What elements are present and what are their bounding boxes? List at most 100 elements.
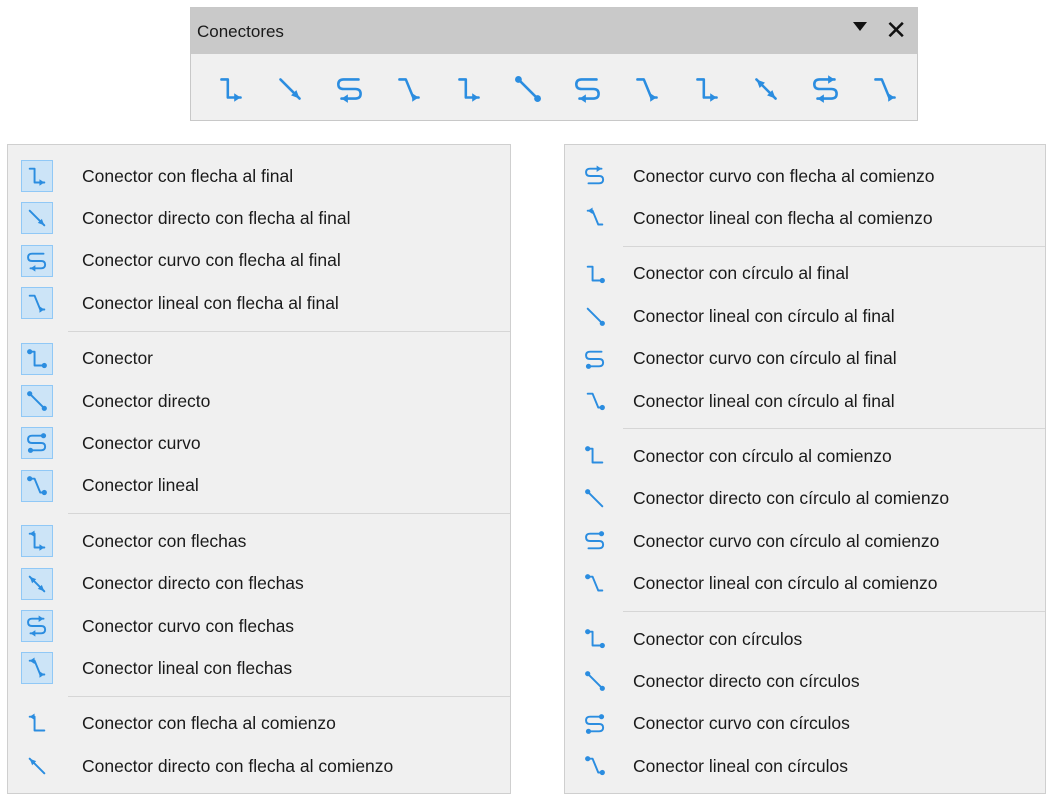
straight-connector-icon <box>21 750 53 782</box>
menu-item-label: Conector curvo con círculo al comienzo <box>633 530 940 551</box>
menu-item-label: Conector <box>82 348 154 369</box>
straight-connector-icon <box>579 300 611 332</box>
menu-item-label: Conector lineal con círculos <box>633 755 848 776</box>
menu-item-label: Conector lineal con flecha al comienzo <box>633 208 933 229</box>
close-icon[interactable]: ✕ <box>885 16 907 44</box>
menu-separator <box>623 428 1045 430</box>
toolbar-title-bar[interactable]: Conectores ✕ <box>191 8 917 54</box>
elbow-connector-icon <box>21 708 53 740</box>
lineal-connector-icon <box>21 287 53 320</box>
menu-item[interactable]: Conector lineal con flechas <box>8 647 510 689</box>
menu-item-label: Conector curvo con flechas <box>82 615 295 636</box>
line-connector-icon[interactable] <box>625 67 669 111</box>
curved-connector-icon <box>579 343 611 375</box>
menu-item[interactable]: Conector lineal <box>8 465 510 507</box>
menu-item-label: Conector directo con flecha al comienzo <box>82 755 394 776</box>
menu-item[interactable]: Conector curvo con flecha al comienzo <box>565 155 1045 197</box>
menu-item[interactable]: Conector curvo con círculos <box>565 703 1045 745</box>
menu-item-label: Conector con círculos <box>633 628 803 649</box>
straight-connector-icon <box>21 202 53 235</box>
lineal-connector-icon <box>21 469 53 502</box>
curved-connector-icon <box>579 160 611 192</box>
menu-item-label: Conector lineal con círculo al final <box>633 305 895 326</box>
menu-item[interactable]: Conector lineal con círculo al final <box>565 380 1045 422</box>
menu-item[interactable]: Conector lineal con flecha al final <box>8 282 510 324</box>
menu-item-label: Conector con flechas <box>82 530 247 551</box>
curved-connector-arrows-icon[interactable] <box>804 67 848 111</box>
curved-connector-icon <box>21 427 53 460</box>
menu-item[interactable]: Conector curvo con círculo al comienzo <box>565 520 1045 562</box>
menu-item-label: Conector curvo con flecha al final <box>82 250 341 271</box>
menu-item-label: Conector curvo <box>82 433 201 454</box>
straight-connector-icon <box>21 384 53 417</box>
menu-separator <box>68 695 510 697</box>
menu-item-label: Conector lineal <box>82 475 199 496</box>
menu-item[interactable]: Conector <box>8 338 510 380</box>
line-connector-arrows-icon[interactable] <box>863 67 907 111</box>
lineal-connector-icon <box>579 202 611 234</box>
menu-item-label: Conector con círculo al final <box>633 263 849 284</box>
connector-ends-arrow-icon[interactable] <box>209 67 253 111</box>
connector-icon[interactable] <box>447 67 491 111</box>
elbow-connector-icon <box>579 623 611 655</box>
line-connector-ends-arrow-icon[interactable] <box>387 67 431 111</box>
menu-item-label: Conector directo con flecha al final <box>82 208 351 229</box>
menu-item[interactable]: Conector con círculos <box>565 618 1045 660</box>
straight-connector-ends-arrow-icon[interactable] <box>268 67 312 111</box>
menu-separator <box>68 330 510 332</box>
menu-item[interactable]: Conector lineal con flecha al comienzo <box>565 197 1045 239</box>
menu-item-label: Conector lineal con círculo al final <box>633 390 895 411</box>
menu-item-label: Conector directo con círculo al comienzo <box>633 488 950 509</box>
menu-item-label: Conector curvo con círculo al final <box>633 348 897 369</box>
curved-connector-icon <box>21 609 53 642</box>
connector-ends-arrow-icon[interactable] <box>685 67 729 111</box>
toolbar-buttons <box>209 66 907 112</box>
lineal-connector-icon <box>21 652 53 685</box>
menu-item[interactable]: Conector curvo con flechas <box>8 605 510 647</box>
curved-connector-icon[interactable] <box>566 67 610 111</box>
menu-item-label: Conector directo <box>82 390 211 411</box>
straight-connector-icon <box>21 567 53 600</box>
connectors-toolbar: Conectores ✕ <box>190 7 918 121</box>
menu-item[interactable]: Conector directo con círculos <box>565 660 1045 702</box>
menu-item[interactable]: Conector directo con flechas <box>8 563 510 605</box>
menu-item[interactable]: Conector directo con círculo al comienzo <box>565 478 1045 520</box>
straight-connector-icon[interactable] <box>506 67 550 111</box>
curved-connector-icon <box>21 244 53 277</box>
menu-item[interactable]: Conector directo con flecha al final <box>8 197 510 239</box>
menu-item[interactable]: Conector curvo con círculo al final <box>565 338 1045 380</box>
connector-menu-left: Conector con flecha al final Conector dir… <box>7 144 511 794</box>
menu-item-label: Conector lineal con flechas <box>82 657 293 678</box>
menu-item[interactable]: Conector directo con flecha al comienzo <box>8 745 510 787</box>
menu-separator <box>68 513 510 515</box>
menu-item-label: Conector lineal con círculo al comienzo <box>633 573 938 594</box>
elbow-connector-icon <box>579 258 611 290</box>
menu-item-label: Conector con flecha al final <box>82 165 294 186</box>
menu-item[interactable]: Conector lineal con círculo al final <box>565 295 1045 337</box>
curved-connector-ends-arrow-icon[interactable] <box>328 67 372 111</box>
curved-connector-icon <box>579 708 611 740</box>
lineal-connector-icon <box>579 385 611 417</box>
menu-item-label: Conector con flecha al comienzo <box>82 713 336 734</box>
lineal-connector-icon <box>579 750 611 782</box>
menu-item-label: Conector directo con círculos <box>633 670 860 691</box>
menu-separator <box>623 610 1045 612</box>
menu-item[interactable]: Conector curvo con flecha al final <box>8 240 510 282</box>
chevron-down-icon[interactable] <box>853 22 867 31</box>
menu-item-label: Conector lineal con flecha al final <box>82 292 339 313</box>
menu-item[interactable]: Conector con flecha al final <box>8 155 510 197</box>
menu-item[interactable]: Conector lineal con círculo al comienzo <box>565 563 1045 605</box>
menu-item[interactable]: Conector curvo <box>8 422 510 464</box>
menu-item[interactable]: Conector con círculo al comienzo <box>565 435 1045 477</box>
toolbar-title: Conectores <box>197 22 284 41</box>
menu-item-label: Conector con círculo al comienzo <box>633 446 892 467</box>
straight-connector-arrows-icon[interactable] <box>744 67 788 111</box>
menu-item[interactable]: Conector con flecha al comienzo <box>8 703 510 745</box>
menu-item[interactable]: Conector directo <box>8 380 510 422</box>
straight-connector-icon <box>579 665 611 697</box>
menu-item[interactable]: Conector con círculo al final <box>565 253 1045 295</box>
menu-item[interactable]: Conector lineal con círculos <box>565 745 1045 787</box>
menu-item-label: Conector curvo con flecha al comienzo <box>633 165 935 186</box>
menu-separator <box>623 245 1045 247</box>
menu-item[interactable]: Conector con flechas <box>8 520 510 562</box>
